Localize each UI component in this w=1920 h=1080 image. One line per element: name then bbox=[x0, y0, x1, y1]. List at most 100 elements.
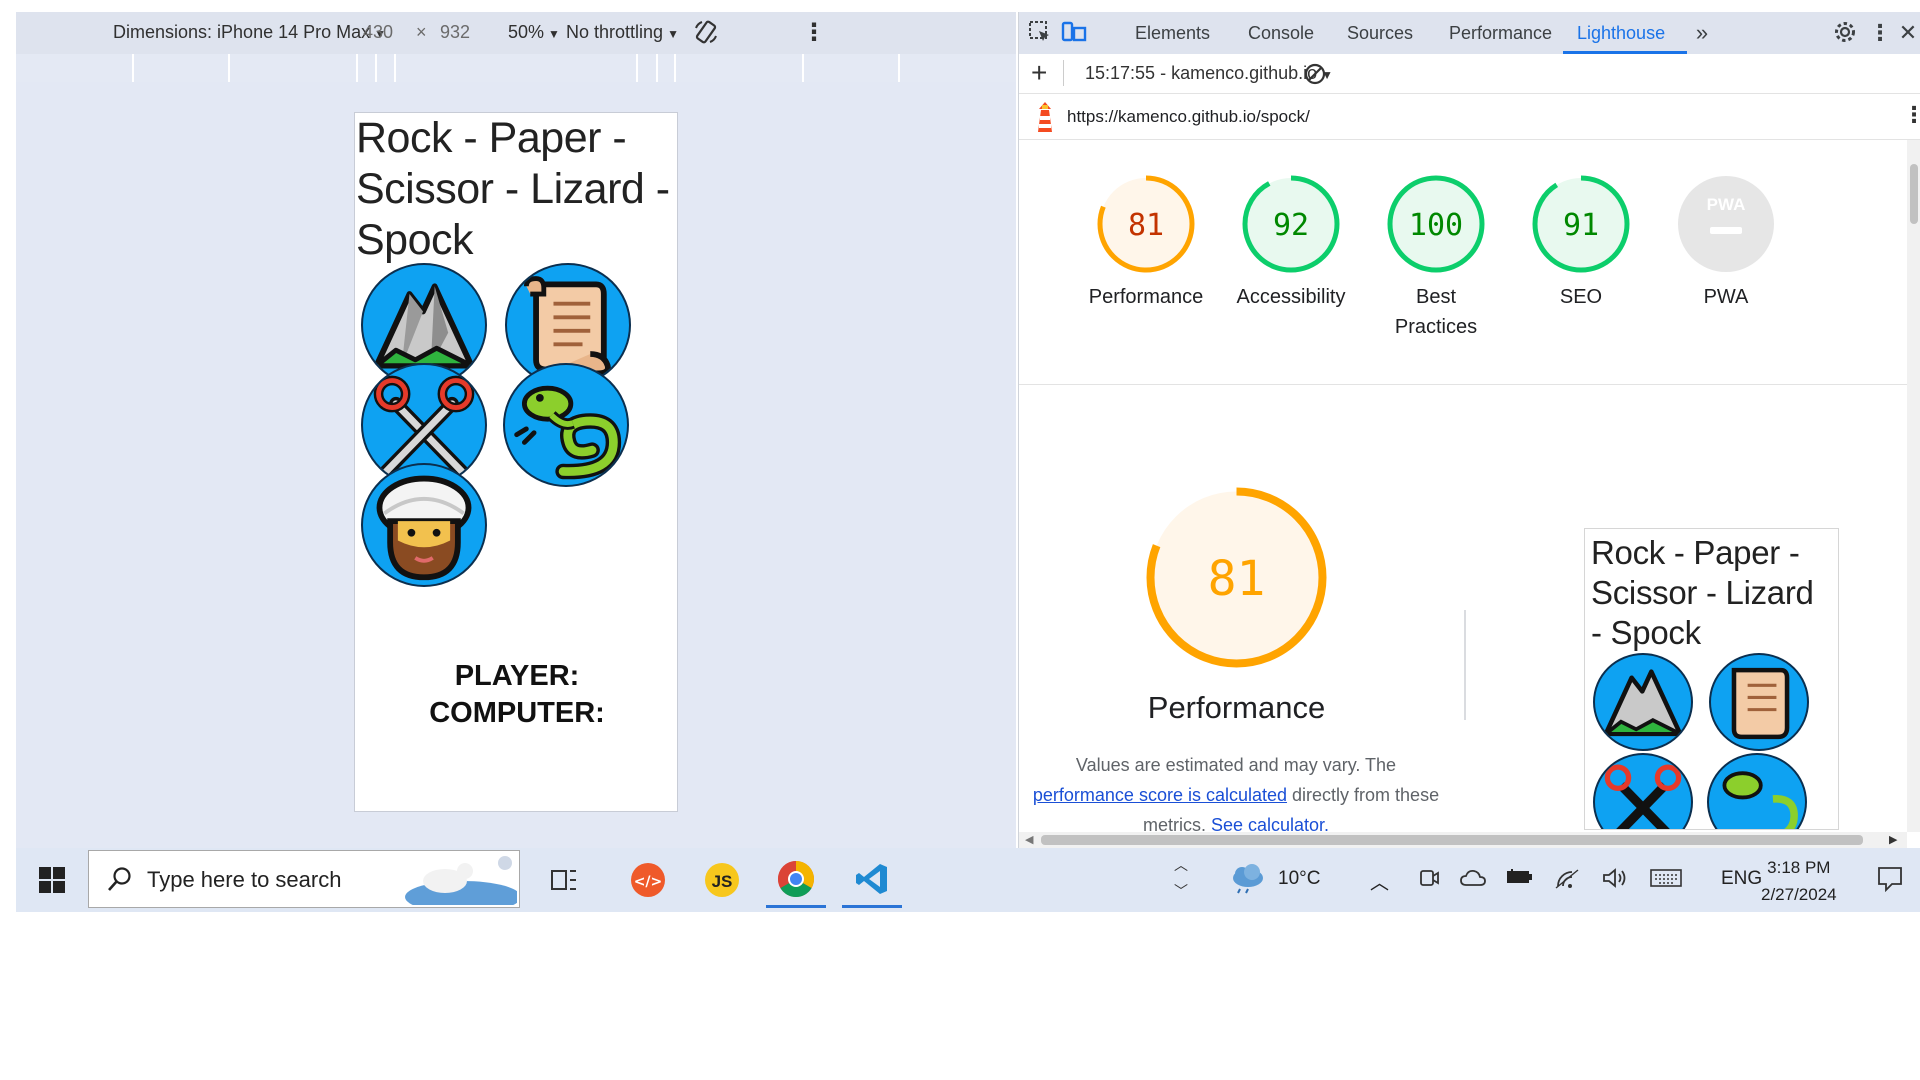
see-calculator-link[interactable]: See calculator. bbox=[1211, 815, 1329, 832]
person-icon bbox=[376, 475, 472, 581]
pwa-badge-text: PWA bbox=[1707, 195, 1746, 214]
tab-console[interactable]: Console bbox=[1248, 23, 1314, 44]
taskbar-scroll-arrows[interactable]: ︿ ﹀ bbox=[1174, 852, 1188, 904]
taskbar-search-box[interactable]: Type here to search bbox=[88, 850, 521, 913]
performance-big-score: 81 bbox=[1208, 551, 1266, 607]
meet-now-icon[interactable] bbox=[1418, 866, 1440, 896]
vertical-scrollbar[interactable] bbox=[1907, 140, 1920, 832]
best-practices-label: Best Practices bbox=[1371, 282, 1501, 342]
battery-icon[interactable] bbox=[1506, 868, 1534, 892]
weather-cloud-icon[interactable] bbox=[1228, 862, 1266, 899]
inspect-element-icon[interactable] bbox=[1027, 20, 1053, 46]
computer-label: COMPUTER: bbox=[429, 697, 605, 729]
accessibility-gauge-icon: 92 bbox=[1242, 175, 1340, 273]
device-toolbar-toggle-icon[interactable] bbox=[1061, 20, 1087, 46]
more-options-icon[interactable]: ⋮ bbox=[802, 18, 826, 47]
caret-down-icon: ▼ bbox=[548, 27, 560, 41]
best-practices-label-line1: Best bbox=[1415, 286, 1457, 308]
chevron-down-icon[interactable]: ﹀ bbox=[1174, 878, 1188, 904]
lizard-button[interactable] bbox=[503, 363, 629, 487]
lighthouse-url-bar: https://kamenco.github.io/spock/ ⋮ bbox=[1019, 94, 1920, 140]
notifications-icon[interactable] bbox=[1876, 864, 1904, 897]
touch-keyboard-icon[interactable] bbox=[1650, 868, 1682, 894]
tab-elements[interactable]: Elements bbox=[1135, 23, 1210, 44]
lizard-icon bbox=[514, 385, 622, 480]
media-query-ruler[interactable] bbox=[16, 54, 1016, 82]
report-selector-dropdown[interactable]: 15:17:55 - kamenco.github.io ▼ bbox=[1085, 63, 1333, 84]
zoom-dropdown[interactable]: 50% ▼ bbox=[508, 22, 560, 43]
player-label: PLAYER: bbox=[454, 660, 580, 692]
gauge-seo[interactable]: 91 SEO bbox=[1516, 174, 1646, 312]
chrome-icon bbox=[777, 860, 815, 897]
caret-down-icon: ▼ bbox=[667, 27, 679, 41]
gauge-best-practices[interactable]: 100 Best Practices bbox=[1371, 174, 1501, 342]
vertical-divider bbox=[1464, 610, 1466, 720]
performance-description: Values are estimated and may vary. The p… bbox=[1031, 750, 1441, 832]
rotate-icon[interactable] bbox=[692, 18, 720, 51]
volume-icon[interactable] bbox=[1602, 867, 1628, 895]
final-screenshot-thumbnail[interactable]: Rock - Paper - Scissor - Lizard - Spock bbox=[1584, 528, 1839, 830]
gauge-pwa[interactable]: PWA PWA bbox=[1661, 174, 1791, 312]
width-input[interactable]: 430 bbox=[363, 22, 393, 43]
gauge-accessibility[interactable]: 92 Accessibility bbox=[1226, 174, 1356, 312]
clock-time: 3:18 PM bbox=[1767, 858, 1831, 877]
gauge-performance[interactable]: 81 Performance bbox=[1081, 174, 1211, 312]
windows-taskbar: Type here to search </> JS ︿ ﹀ 10°C ︿ EN… bbox=[16, 848, 1920, 913]
desc-text-1: Values are estimated and may vary. The bbox=[1075, 755, 1397, 775]
task-view-button[interactable] bbox=[534, 852, 594, 908]
more-options-icon[interactable]: ⋮ bbox=[1867, 20, 1893, 46]
clear-reports-icon[interactable] bbox=[1303, 62, 1327, 91]
show-hidden-icons-chevron-icon[interactable]: ︿ bbox=[1370, 868, 1389, 895]
input-language[interactable]: ENG bbox=[1721, 868, 1762, 890]
js-app-button[interactable]: JS bbox=[692, 852, 752, 908]
emulated-page: Rock - Paper - Scissor - Lizard - Spock bbox=[354, 112, 678, 812]
audited-url[interactable]: https://kamenco.github.io/spock/ bbox=[1067, 107, 1310, 127]
chrome-app-button[interactable] bbox=[766, 852, 826, 908]
best-practices-gauge-icon: 100 bbox=[1387, 175, 1485, 273]
tab-sources[interactable]: Sources bbox=[1347, 23, 1413, 44]
tab-lighthouse[interactable]: Lighthouse bbox=[1577, 23, 1665, 44]
more-tabs-chevron-icon[interactable]: » bbox=[1689, 20, 1715, 46]
devtools-tabbar: Elements Console Sources Performance Lig… bbox=[1019, 12, 1920, 54]
spock-button[interactable] bbox=[361, 463, 487, 587]
dimensions-label: Dimensions: iPhone 14 Pro Max bbox=[113, 22, 371, 42]
report-selector-label: 15:17:55 - kamenco.github.io bbox=[1085, 63, 1318, 83]
search-highlight-image bbox=[405, 853, 521, 913]
windows-start-icon[interactable] bbox=[38, 866, 66, 894]
seo-score: 91 bbox=[1563, 208, 1599, 243]
performance-section-title: Performance bbox=[1147, 690, 1326, 725]
settings-gear-icon[interactable] bbox=[1832, 20, 1858, 46]
device-dimensions-dropdown[interactable]: Dimensions: iPhone 14 Pro Max ▼ bbox=[113, 22, 386, 43]
wifi-icon[interactable] bbox=[1554, 868, 1580, 896]
more-options-icon[interactable]: ⋮ bbox=[1903, 102, 1920, 128]
horizontal-scrollbar-thumb[interactable] bbox=[1041, 835, 1863, 845]
onedrive-cloud-icon[interactable] bbox=[1460, 868, 1486, 894]
weather-temperature[interactable]: 10°C bbox=[1278, 868, 1320, 890]
score-board: PLAYER: COMPUTER: bbox=[355, 658, 677, 732]
vscode-app-button[interactable] bbox=[842, 852, 902, 908]
chevron-up-icon[interactable]: ︿ bbox=[1174, 852, 1188, 878]
accessibility-score: 92 bbox=[1273, 208, 1309, 243]
times-sign: × bbox=[416, 22, 427, 42]
system-clock[interactable]: 3:18 PM 2/27/2024 bbox=[1761, 854, 1837, 908]
devtools-app-button[interactable]: </> bbox=[618, 852, 678, 908]
devtools-panel: Elements Console Sources Performance Lig… bbox=[1018, 12, 1920, 848]
best-practices-score: 100 bbox=[1409, 208, 1463, 243]
vertical-scrollbar-thumb[interactable] bbox=[1910, 164, 1918, 224]
scroll-left-arrow-icon[interactable]: ◀ bbox=[1025, 833, 1033, 846]
horizontal-scrollbar[interactable]: ◀ ▶ bbox=[1019, 832, 1907, 848]
scroll-right-arrow-icon[interactable]: ▶ bbox=[1889, 833, 1897, 846]
throttling-dropdown[interactable]: No throttling ▼ bbox=[566, 22, 679, 43]
device-toolbar: Dimensions: iPhone 14 Pro Max ▼ 430 × 932… bbox=[16, 12, 1016, 54]
height-input[interactable]: 932 bbox=[440, 22, 470, 43]
lighthouse-toolbar: + 15:17:55 - kamenco.github.io ▼ bbox=[1019, 54, 1920, 94]
throttling-value: No throttling bbox=[566, 22, 664, 42]
seo-gauge-icon: 91 bbox=[1532, 175, 1630, 273]
code-app-icon: </> bbox=[631, 863, 665, 897]
tab-performance[interactable]: Performance bbox=[1449, 23, 1552, 44]
score-calculated-link[interactable]: performance score is calculated bbox=[1033, 785, 1287, 805]
new-report-icon[interactable]: + bbox=[1031, 57, 1047, 89]
section-divider bbox=[1019, 384, 1907, 385]
scroll-icon bbox=[1731, 667, 1790, 740]
close-icon[interactable]: ✕ bbox=[1895, 20, 1920, 46]
